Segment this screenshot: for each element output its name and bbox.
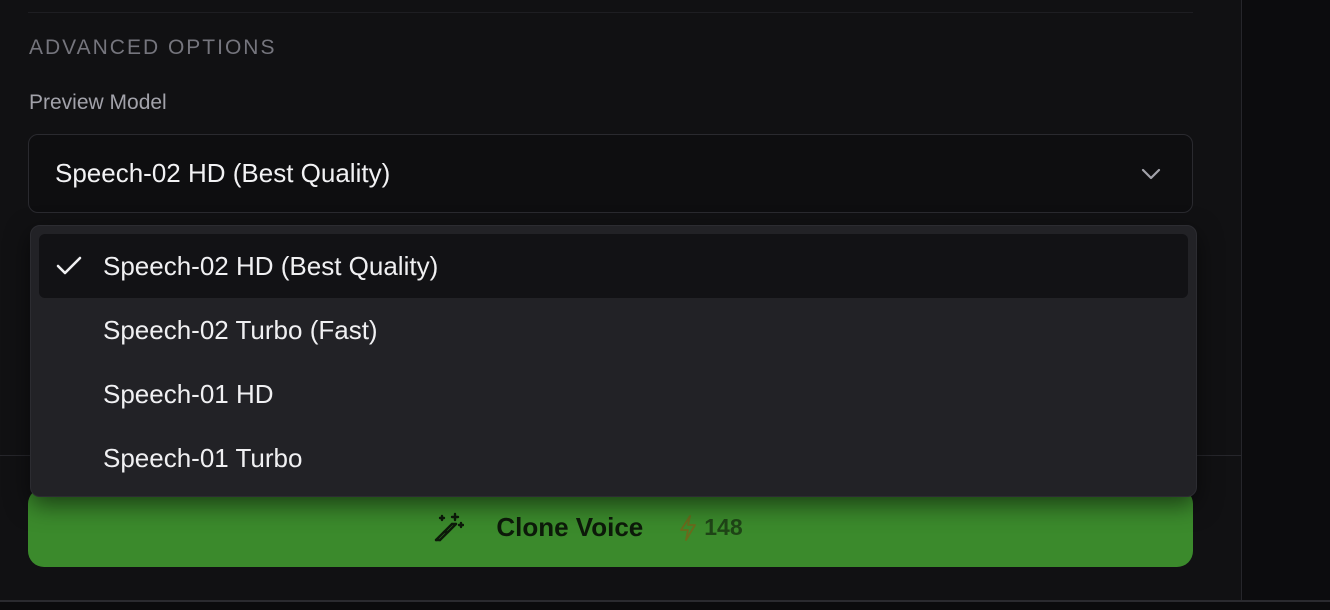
- preview-model-dropdown: Speech-02 HD (Best Quality) Speech-02 Tu…: [30, 225, 1197, 497]
- option-speech-02-turbo[interactable]: Speech-02 Turbo (Fast): [39, 298, 1188, 362]
- option-label: Speech-01 Turbo: [103, 442, 303, 473]
- option-label: Speech-02 HD (Best Quality): [103, 250, 439, 281]
- magic-wand-icon: [435, 512, 465, 541]
- page: ADVANCED OPTIONS Preview Model Speech-02…: [0, 0, 1330, 610]
- clone-voice-button[interactable]: Clone Voice 148: [28, 488, 1193, 567]
- credit-count: 148: [704, 514, 743, 540]
- option-speech-02-hd[interactable]: Speech-02 HD (Best Quality): [39, 234, 1188, 298]
- option-label: Speech-01 HD: [103, 378, 274, 409]
- option-label: Speech-02 Turbo (Fast): [103, 314, 378, 345]
- bottom-edge: [0, 600, 1330, 610]
- lightning-bolt-icon: [680, 514, 697, 541]
- clone-voice-button-content: Clone Voice 148: [432, 512, 743, 544]
- section-heading: ADVANCED OPTIONS: [29, 36, 277, 59]
- right-panel: [1243, 0, 1330, 600]
- preview-model-label: Preview Model: [29, 91, 167, 114]
- divider: [28, 12, 1193, 13]
- preview-model-select[interactable]: Speech-02 HD (Best Quality): [28, 134, 1193, 213]
- preview-model-select-value: Speech-02 HD (Best Quality): [55, 158, 391, 188]
- clone-voice-label: Clone Voice: [496, 512, 644, 542]
- main-panel: ADVANCED OPTIONS Preview Model Speech-02…: [0, 0, 1242, 600]
- option-speech-01-hd[interactable]: Speech-01 HD: [39, 362, 1188, 426]
- checkmark-icon: [56, 256, 82, 275]
- credit-cost: 148: [679, 514, 743, 541]
- chevron-down-icon: [1141, 168, 1161, 180]
- option-speech-01-turbo[interactable]: Speech-01 Turbo: [39, 426, 1188, 490]
